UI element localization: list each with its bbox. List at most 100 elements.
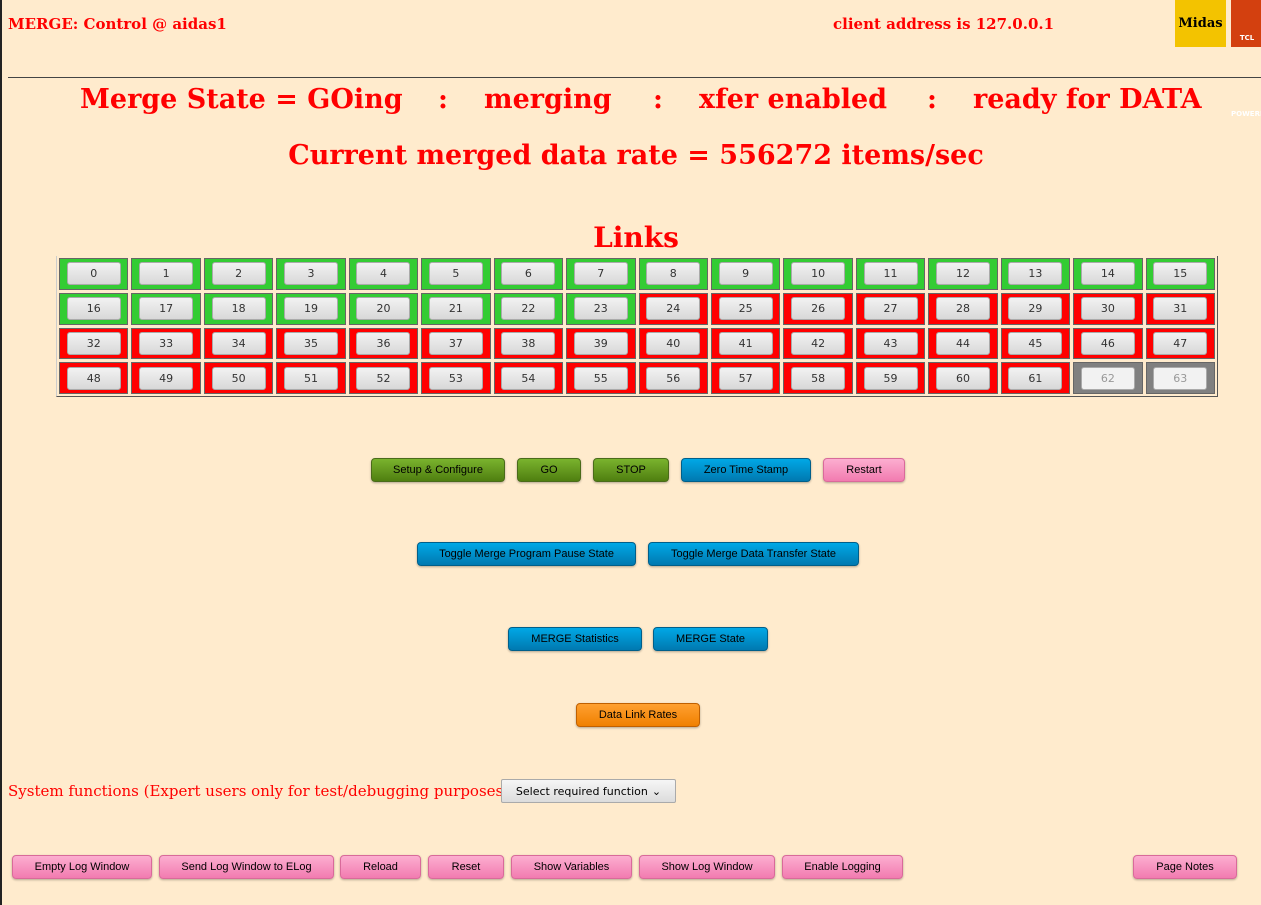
link-button[interactable]: 41 bbox=[718, 331, 773, 355]
link-cell: 38 bbox=[493, 327, 564, 360]
link-button[interactable]: 16 bbox=[66, 297, 121, 321]
show-log-window-button[interactable]: Show Log Window bbox=[639, 855, 775, 879]
link-button[interactable]: 40 bbox=[646, 331, 701, 355]
link-button[interactable]: 63 bbox=[1153, 366, 1208, 390]
link-button[interactable]: 58 bbox=[791, 366, 846, 390]
link-button[interactable]: 39 bbox=[573, 331, 628, 355]
link-button[interactable]: 54 bbox=[501, 366, 556, 390]
link-button[interactable]: 55 bbox=[573, 366, 628, 390]
select-value: Select required function bbox=[515, 784, 648, 798]
link-button[interactable]: 3 bbox=[284, 262, 339, 286]
link-button[interactable]: 6 bbox=[501, 262, 556, 286]
link-cell: 59 bbox=[855, 362, 926, 394]
enable-logging-button[interactable]: Enable Logging bbox=[782, 855, 903, 879]
toggle-pause-button[interactable]: Toggle Merge Program Pause State bbox=[417, 542, 636, 566]
link-button[interactable]: 50 bbox=[211, 366, 266, 390]
reset-button[interactable]: Reset bbox=[428, 855, 504, 879]
ready-state: ready for DATA bbox=[973, 84, 1202, 115]
link-button[interactable]: 37 bbox=[428, 331, 483, 355]
link-button[interactable]: 47 bbox=[1153, 331, 1208, 355]
link-button[interactable]: 62 bbox=[1080, 366, 1135, 390]
link-button[interactable]: 20 bbox=[356, 297, 411, 321]
link-button[interactable]: 26 bbox=[791, 297, 846, 321]
reload-button[interactable]: Reload bbox=[340, 855, 421, 879]
link-button[interactable]: 57 bbox=[718, 366, 773, 390]
link-cell: 9 bbox=[710, 258, 781, 290]
link-button[interactable]: 27 bbox=[863, 297, 918, 321]
link-button[interactable]: 42 bbox=[791, 331, 846, 355]
link-button[interactable]: 12 bbox=[935, 262, 990, 286]
link-button[interactable]: 14 bbox=[1080, 262, 1135, 286]
link-cell: 26 bbox=[783, 292, 853, 325]
system-function-select[interactable]: Select required function ⌄ bbox=[501, 779, 676, 803]
link-button[interactable]: 28 bbox=[935, 297, 990, 321]
link-button[interactable]: 45 bbox=[1008, 331, 1063, 355]
link-button[interactable]: 4 bbox=[356, 262, 411, 286]
link-button[interactable]: 25 bbox=[718, 297, 773, 321]
link-button[interactable]: 38 bbox=[501, 331, 556, 355]
link-button[interactable]: 51 bbox=[284, 366, 339, 390]
link-button[interactable]: 46 bbox=[1080, 331, 1135, 355]
go-button[interactable]: GO bbox=[517, 458, 581, 482]
link-button[interactable]: 36 bbox=[356, 331, 411, 355]
system-functions-label: System functions (Expert users only for … bbox=[8, 782, 528, 800]
link-button[interactable]: 30 bbox=[1080, 297, 1135, 321]
merge-statistics-button[interactable]: MERGE Statistics bbox=[508, 627, 642, 651]
link-button[interactable]: 23 bbox=[573, 297, 628, 321]
link-button[interactable]: 60 bbox=[935, 366, 990, 390]
link-cell: 54 bbox=[493, 362, 564, 394]
link-button[interactable]: 18 bbox=[211, 297, 266, 321]
zero-time-stamp-button[interactable]: Zero Time Stamp bbox=[681, 458, 811, 482]
link-button[interactable]: 10 bbox=[791, 262, 846, 286]
link-button[interactable]: 33 bbox=[139, 331, 194, 355]
link-cell: 57 bbox=[710, 362, 781, 394]
link-button[interactable]: 15 bbox=[1153, 262, 1208, 286]
separator: : bbox=[653, 84, 663, 115]
link-button[interactable]: 22 bbox=[501, 297, 556, 321]
link-cell: 46 bbox=[1073, 327, 1143, 360]
link-button[interactable]: 0 bbox=[66, 262, 121, 286]
show-variables-button[interactable]: Show Variables bbox=[511, 855, 632, 879]
merge-state-button[interactable]: MERGE State bbox=[653, 627, 768, 651]
link-button[interactable]: 31 bbox=[1153, 297, 1208, 321]
link-cell: 16 bbox=[59, 292, 129, 325]
link-button[interactable]: 13 bbox=[1008, 262, 1063, 286]
link-button[interactable]: 34 bbox=[211, 331, 266, 355]
link-button[interactable]: 2 bbox=[211, 262, 266, 286]
link-button[interactable]: 29 bbox=[1008, 297, 1063, 321]
link-button[interactable]: 32 bbox=[66, 331, 121, 355]
link-button[interactable]: 7 bbox=[573, 262, 628, 286]
link-cell: 47 bbox=[1145, 327, 1215, 360]
link-button[interactable]: 61 bbox=[1008, 366, 1063, 390]
link-button[interactable]: 19 bbox=[284, 297, 339, 321]
link-button[interactable]: 53 bbox=[428, 366, 483, 390]
link-button[interactable]: 35 bbox=[284, 331, 339, 355]
link-button[interactable]: 52 bbox=[356, 366, 411, 390]
link-button[interactable]: 1 bbox=[139, 262, 194, 286]
send-log-elog-button[interactable]: Send Log Window to ELog bbox=[159, 855, 334, 879]
link-button[interactable]: 17 bbox=[139, 297, 194, 321]
link-button[interactable]: 21 bbox=[428, 297, 483, 321]
restart-button[interactable]: Restart bbox=[823, 458, 905, 482]
link-button[interactable]: 59 bbox=[863, 366, 918, 390]
link-cell: 34 bbox=[203, 327, 274, 360]
data-link-rates-button[interactable]: Data Link Rates bbox=[576, 703, 700, 727]
empty-log-button[interactable]: Empty Log Window bbox=[12, 855, 152, 879]
link-button[interactable]: 48 bbox=[66, 366, 121, 390]
link-cell: 17 bbox=[131, 292, 201, 325]
page-notes-button[interactable]: Page Notes bbox=[1133, 855, 1237, 879]
link-button[interactable]: 43 bbox=[863, 331, 918, 355]
stop-button[interactable]: STOP bbox=[593, 458, 669, 482]
link-cell: 1 bbox=[131, 258, 201, 290]
link-button[interactable]: 11 bbox=[863, 262, 918, 286]
link-button[interactable]: 5 bbox=[428, 262, 483, 286]
toggle-transfer-button[interactable]: Toggle Merge Data Transfer State bbox=[648, 542, 859, 566]
link-button[interactable]: 56 bbox=[646, 366, 701, 390]
link-button[interactable]: 9 bbox=[718, 262, 773, 286]
link-button[interactable]: 8 bbox=[646, 262, 701, 286]
link-cell: 2 bbox=[203, 258, 274, 290]
link-button[interactable]: 24 bbox=[646, 297, 701, 321]
link-button[interactable]: 49 bbox=[139, 366, 194, 390]
link-button[interactable]: 44 bbox=[935, 331, 990, 355]
setup-configure-button[interactable]: Setup & Configure bbox=[371, 458, 505, 482]
